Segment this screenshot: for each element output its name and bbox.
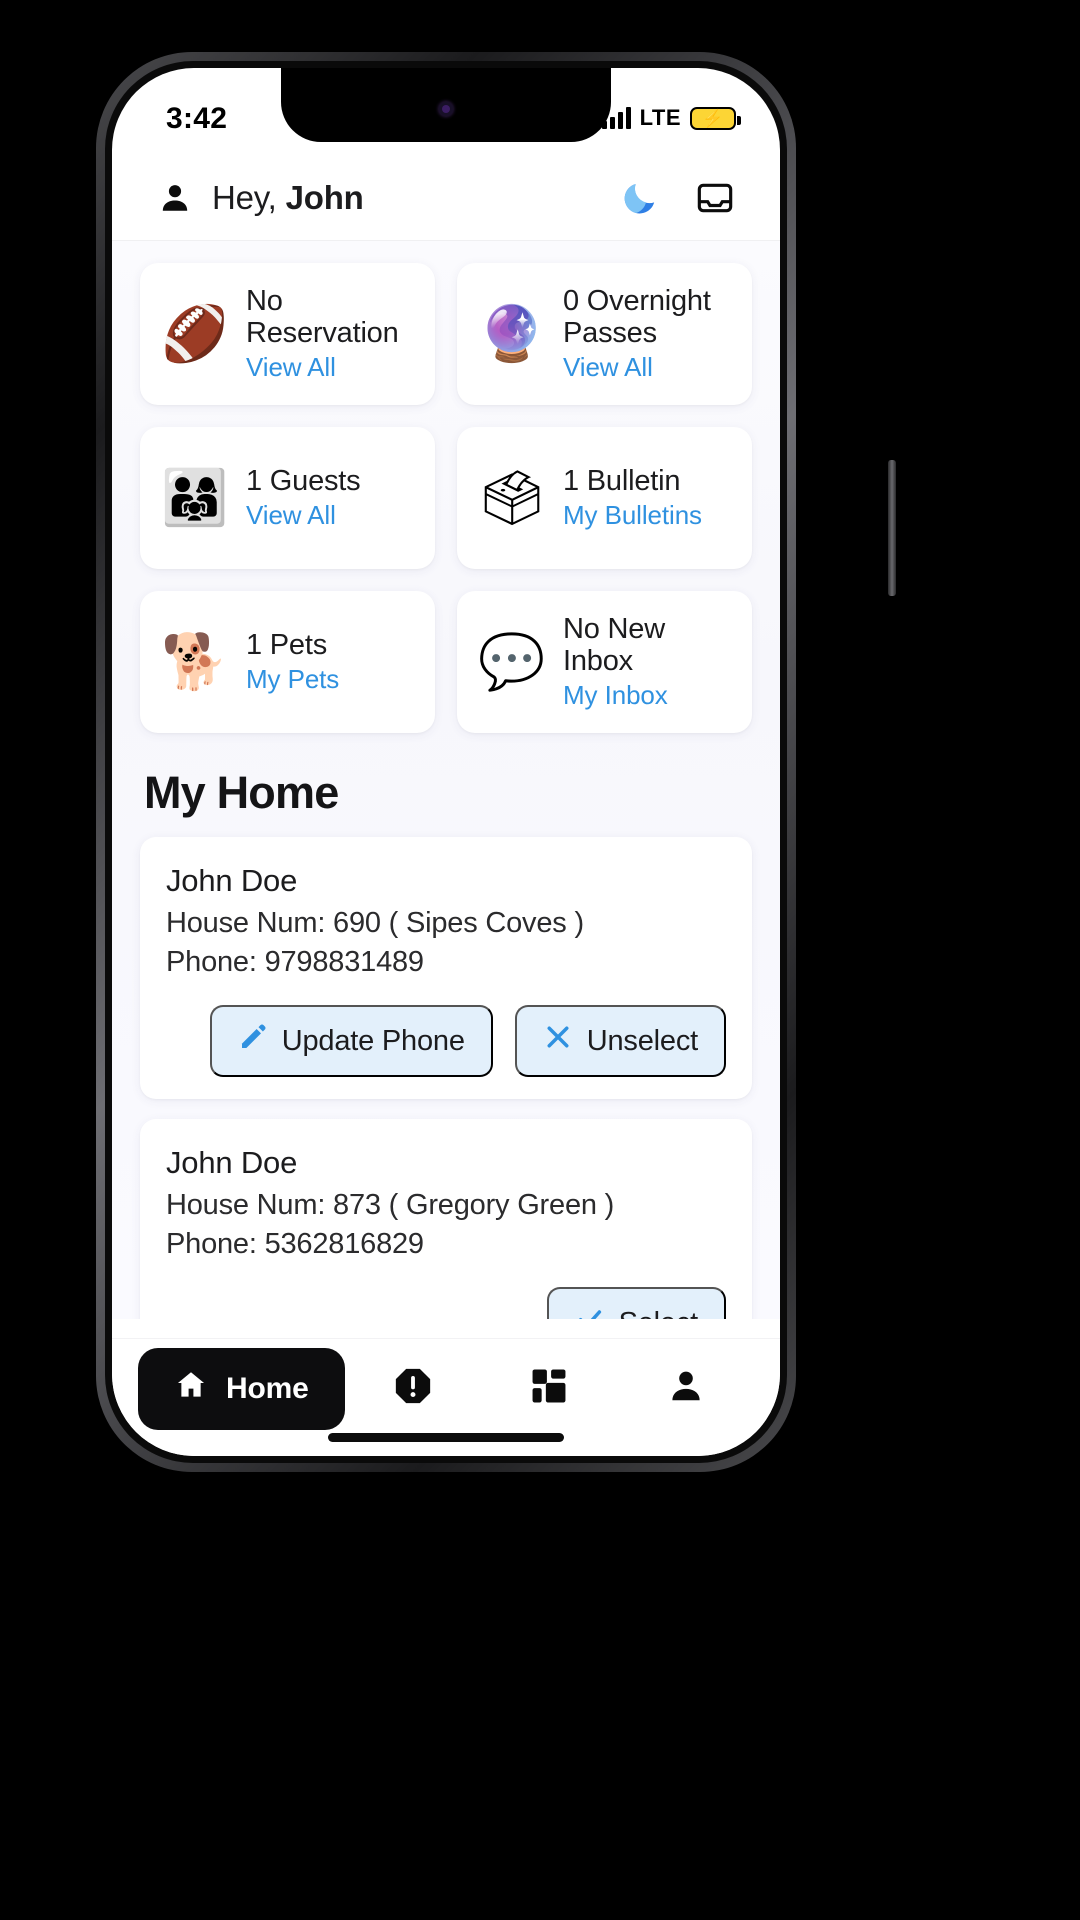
resident-name: John Doe <box>166 1145 298 1181</box>
tile-link-view-all[interactable]: View All <box>246 500 360 531</box>
greeting-prefix: Hey, <box>212 179 286 216</box>
lightning-bolt-icon: ⚡ <box>702 108 724 128</box>
update-phone-button[interactable]: Update Phone <box>209 1005 493 1078</box>
alert-octagon-icon <box>392 1365 434 1412</box>
device-notch <box>281 68 611 142</box>
grid-squares-icon <box>528 1365 570 1412</box>
select-button[interactable]: Select <box>546 1287 726 1319</box>
house-icon <box>174 1368 208 1410</box>
tile-reservation[interactable]: 🏈 No Reservation View All <box>140 263 435 405</box>
person-icon <box>667 1366 705 1411</box>
nav-item-alerts[interactable] <box>345 1365 481 1412</box>
tile-overnight-passes[interactable]: 🔮 0 Overnight Passes View All <box>457 263 752 405</box>
house-number: House Num: 690 ( Sipes Coves ) <box>166 907 584 939</box>
tile-link-my-bulletins[interactable]: My Bulletins <box>563 500 702 531</box>
nav-item-profile[interactable] <box>618 1366 754 1411</box>
dashboard-content: 🏈 No Reservation View All 🔮 0 Overnight … <box>112 241 780 1319</box>
summary-tiles-grid: 🏈 No Reservation View All 🔮 0 Overnight … <box>140 263 752 733</box>
tile-inbox[interactable]: 💬 No New Inbox My Inbox <box>457 591 752 733</box>
greeting-block: Hey, John <box>158 179 364 217</box>
phone-bezel: 3:42 LTE ⚡ Hey, John 🏈 No Reservation Vi… <box>105 61 787 1463</box>
page-title: Hey, John <box>212 179 364 217</box>
family-group-icon: 👨‍👩‍👧 <box>161 468 229 528</box>
nav-item-label: Home <box>226 1371 309 1405</box>
bottom-nav-items: Home <box>138 1347 754 1430</box>
tile-link-view-all[interactable]: View All <box>563 352 736 383</box>
nav-item-services[interactable] <box>481 1365 617 1412</box>
address-card[interactable]: John Doe House Num: 690 ( Sipes Coves ) … <box>140 837 752 1100</box>
tile-title: No New Inbox <box>563 612 665 678</box>
speech-bubble-icon: 💬 <box>478 632 546 692</box>
status-time: 3:42 <box>166 102 228 135</box>
screenshot-stage: 3:42 LTE ⚡ Hey, John 🏈 No Reservation Vi… <box>0 0 1080 1920</box>
status-indicators: LTE ⚡ <box>601 105 741 131</box>
button-label: Select <box>619 1307 699 1319</box>
home-indicator[interactable] <box>328 1433 564 1442</box>
tray-icon[interactable] <box>694 178 736 218</box>
crystal-ball-icon: 🔮 <box>478 304 546 364</box>
tile-guests[interactable]: 👨‍👩‍👧 1 Guests View All <box>140 427 435 569</box>
phone-frame: 3:42 LTE ⚡ Hey, John 🏈 No Reservation Vi… <box>96 52 896 1472</box>
tile-title: 0 Overnight Passes <box>563 284 711 350</box>
address-card-actions: Update Phone Unselect <box>166 1005 726 1078</box>
dog-icon: 🐕 <box>161 632 229 692</box>
app-header: Hey, John <box>112 164 780 241</box>
address-card-actions: Select <box>166 1287 726 1319</box>
moon-icon[interactable] <box>620 178 660 218</box>
resident-name: John Doe <box>166 863 298 898</box>
button-label: Update Phone <box>281 1024 465 1057</box>
bulletin-board-icon: 🗳 <box>477 468 547 528</box>
house-number: House Num: 873 ( Gregory Green ) <box>166 1189 615 1222</box>
unselect-button[interactable]: Unselect <box>514 1005 726 1078</box>
bottom-navigation: Home <box>112 1338 780 1456</box>
tile-link-my-inbox[interactable]: My Inbox <box>563 680 736 711</box>
tile-title: 1 Bulletin <box>563 465 681 498</box>
tile-title: No Reservation <box>246 284 399 350</box>
section-title-my-home: My Home <box>144 767 339 818</box>
phone-number: Phone: 9798831489 <box>166 945 424 978</box>
user-name: John <box>285 179 364 216</box>
tile-title: 1 Pets <box>246 629 328 662</box>
person-icon <box>158 179 192 217</box>
tile-bulletin[interactable]: 🗳 1 Bulletin My Bulletins <box>457 427 752 569</box>
phone-screen: 3:42 LTE ⚡ Hey, John 🏈 No Reservation Vi… <box>112 68 780 1456</box>
header-actions <box>620 178 736 218</box>
power-button[interactable] <box>888 460 896 596</box>
pencil-icon <box>238 1022 268 1060</box>
tile-title: 1 Guests <box>246 465 361 498</box>
tile-link-my-pets[interactable]: My Pets <box>246 664 339 695</box>
football-icon: 🏈 <box>161 304 229 364</box>
nav-item-home[interactable]: Home <box>138 1347 345 1430</box>
battery-charging-icon: ⚡ <box>690 106 741 130</box>
button-label: Unselect <box>586 1024 698 1057</box>
tile-link-view-all[interactable]: View All <box>246 352 419 383</box>
tile-pets[interactable]: 🐕 1 Pets My Pets <box>140 591 435 733</box>
phone-number: Phone: 5362816829 <box>166 1227 424 1260</box>
address-card[interactable]: John Doe House Num: 873 ( Gregory Green … <box>140 1119 752 1319</box>
front-camera-icon <box>439 102 453 116</box>
close-x-icon <box>543 1022 573 1060</box>
network-type-label: LTE <box>639 105 681 130</box>
check-icon <box>575 1304 605 1319</box>
